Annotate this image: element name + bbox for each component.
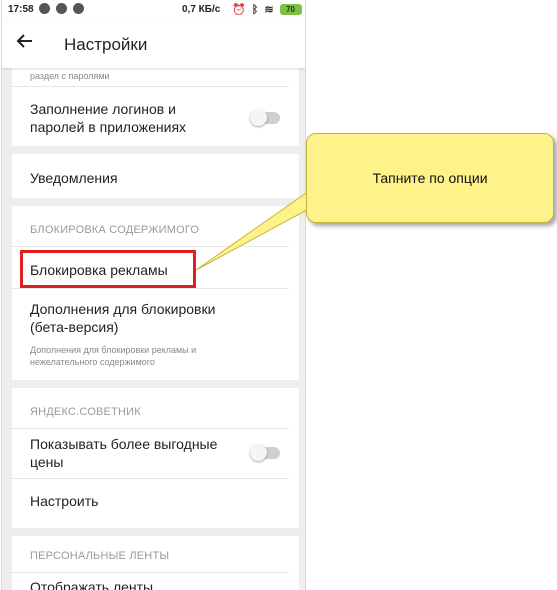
divider (12, 246, 289, 247)
app-bar: Настройки (2, 22, 305, 68)
feeds-header: ПЕРСОНАЛЬНЫЕ ЛЕНТЫ (30, 550, 170, 562)
autofill-apps-toggle[interactable] (250, 109, 280, 126)
toggle-knob (250, 444, 267, 461)
phone-screen: 17:58 0,7 КБ/с ⏰ ᛒ ≋ 70 Настройки раздел… (1, 0, 306, 590)
settings-list[interactable]: раздел с паролями Заполнение логинов и п… (2, 68, 305, 590)
blocking-addons-label[interactable]: Дополнения для блокировки (бета-версия) (30, 300, 215, 336)
notification-icon (56, 3, 67, 14)
page-title: Настройки (64, 35, 148, 54)
settings-section-content-blocking: БЛОКИРОВКА СОДЕРЖИМОГО Блокировка реклам… (12, 206, 299, 380)
battery-icon: 70 (279, 4, 302, 15)
network-speed: 0,7 КБ/с (182, 4, 221, 15)
better-prices-label[interactable]: Показывать более выгодные цены (30, 435, 217, 471)
divider (12, 572, 289, 573)
better-prices-toggle[interactable] (250, 444, 280, 461)
autofill-apps-label[interactable]: Заполнение логинов и паролей в приложени… (30, 100, 186, 136)
settings-section-advisor: ЯНДЕКС.СОВЕТНИК Показывать более выгодны… (12, 388, 299, 528)
notification-icons (39, 3, 84, 14)
status-time: 17:58 (8, 4, 34, 15)
status-right-icons: ⏰ ᛒ ≋ 70 (232, 3, 302, 16)
toggle-knob (250, 109, 267, 126)
highlight-box (20, 250, 196, 288)
status-bar: 17:58 0,7 КБ/с ⏰ ᛒ ≋ 70 (2, 0, 305, 22)
callout-text: Тапните по опции (372, 170, 488, 186)
divider (12, 86, 289, 87)
arrow-left-icon[interactable] (16, 32, 34, 56)
content-blocking-header: БЛОКИРОВКА СОДЕРЖИМОГО (30, 224, 200, 236)
advisor-header: ЯНДЕКС.СОВЕТНИК (30, 406, 141, 418)
bluetooth-icon: ᛒ (251, 3, 259, 16)
notifications-label[interactable]: Уведомления (30, 169, 118, 187)
arrow-left-icon (16, 34, 32, 48)
blocking-addons-hint: Дополнения для блокировки рекламы и неже… (30, 345, 197, 367)
passwords-hint: раздел с паролями (30, 71, 110, 81)
settings-section-feeds: ПЕРСОНАЛЬНЫЕ ЛЕНТЫ Отображать ленты (12, 536, 299, 590)
notification-icon (73, 3, 84, 14)
notification-icon (39, 3, 50, 14)
divider (12, 288, 289, 289)
wifi-icon: ≋ (264, 4, 274, 16)
divider (12, 428, 289, 429)
configure-label[interactable]: Настроить (30, 492, 98, 510)
settings-section-notifications: Уведомления (12, 154, 299, 198)
feeds-item-label[interactable]: Отображать ленты (30, 578, 153, 590)
callout-box: Тапните по опции (306, 133, 554, 223)
settings-section-autofill: раздел с паролями Заполнение логинов и п… (12, 68, 299, 146)
divider (12, 478, 289, 479)
alarm-icon: ⏰ (232, 4, 246, 16)
